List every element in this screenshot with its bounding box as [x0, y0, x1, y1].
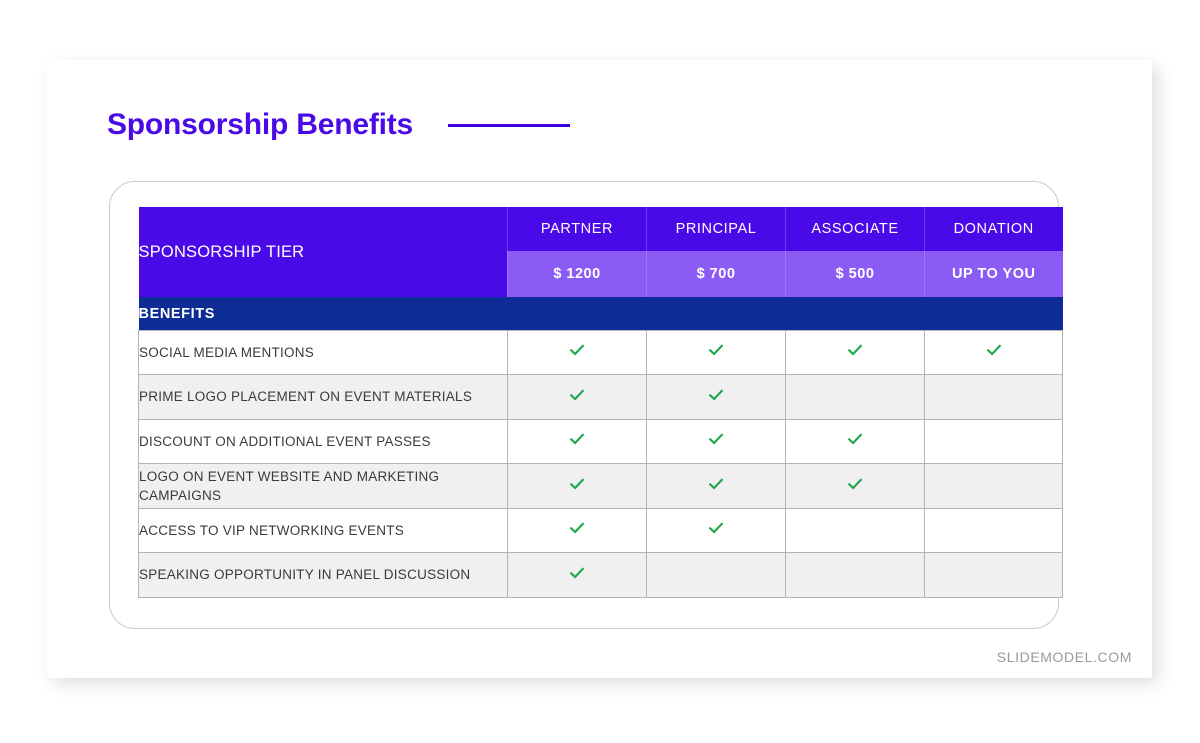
benefit-availability-cell	[924, 419, 1063, 464]
tier-name-cell-principal: PRINCIPAL	[646, 207, 786, 251]
tier-price-cell-partner: $ 1200	[507, 251, 647, 297]
benefit-availability-cell	[924, 463, 1063, 509]
check-icon	[569, 520, 585, 536]
empty-cell-placeholder	[986, 387, 1002, 403]
benefit-availability-cell	[507, 463, 647, 509]
table-row: SPEAKING OPPORTUNITY IN PANEL DISCUSSION	[138, 552, 1063, 598]
benefit-availability-cell	[507, 552, 647, 598]
empty-cell-placeholder	[986, 431, 1002, 447]
empty-cell-placeholder	[847, 520, 863, 536]
check-icon	[847, 476, 863, 492]
sponsorship-benefits-table: SPONSORSHIP TIER PARTNER PRINCIPAL ASSOCIAT…	[138, 207, 1063, 598]
benefit-availability-cell	[924, 374, 1063, 420]
check-icon	[569, 431, 585, 447]
watermark-slidemodel: SLIDEMODEL.COM	[996, 649, 1132, 665]
table-header-row-tiers: SPONSORSHIP TIER PARTNER PRINCIPAL ASSOCIAT…	[138, 207, 1063, 297]
check-icon	[708, 387, 724, 403]
page-title: Sponsorship Benefits	[107, 108, 414, 141]
check-icon	[708, 342, 724, 358]
benefit-availability-cell	[507, 330, 647, 375]
benefit-label-cell: LOGO ON EVENT WEBSITE AND MARKETING CAMP…	[138, 463, 508, 509]
benefit-label-cell: SPEAKING OPPORTUNITY IN PANEL DISCUSSION	[138, 552, 508, 598]
tier-name-cell-partner: PARTNER	[507, 207, 647, 251]
benefit-availability-cell	[646, 463, 786, 509]
benefit-availability-cell	[646, 508, 786, 553]
benefit-availability-cell	[785, 552, 925, 598]
tier-name-cell-associate: ASSOCIATE	[785, 207, 925, 251]
check-icon	[569, 387, 585, 403]
table-row: SOCIAL MEDIA MENTIONS	[138, 330, 1063, 375]
benefit-availability-cell	[646, 419, 786, 464]
empty-cell-placeholder	[847, 565, 863, 581]
table-row: DISCOUNT ON ADDITIONAL EVENT PASSES	[138, 419, 1063, 464]
benefit-availability-cell	[785, 508, 925, 553]
benefit-availability-cell	[507, 419, 647, 464]
benefit-label-cell: PRIME LOGO PLACEMENT ON EVENT MATERIALS	[138, 374, 508, 420]
table-row: LOGO ON EVENT WEBSITE AND MARKETING CAMP…	[138, 463, 1063, 509]
check-icon	[569, 476, 585, 492]
sponsorship-tier-header-cell: SPONSORSHIP TIER	[138, 207, 508, 297]
table-row: PRIME LOGO PLACEMENT ON EVENT MATERIALS	[138, 374, 1063, 420]
check-icon	[569, 342, 585, 358]
benefits-section-label: BENEFITS	[138, 297, 1063, 331]
table-row: ACCESS TO VIP NETWORKING EVENTS	[138, 508, 1063, 553]
benefit-label-cell: DISCOUNT ON ADDITIONAL EVENT PASSES	[138, 419, 508, 464]
empty-cell-placeholder	[986, 476, 1002, 492]
benefit-availability-cell	[507, 374, 647, 420]
tier-price-cell-donation: UP TO YOU	[924, 251, 1063, 297]
benefit-availability-cell	[785, 463, 925, 509]
benefit-availability-cell	[646, 374, 786, 420]
benefit-availability-cell	[924, 552, 1063, 598]
empty-cell-placeholder	[708, 565, 724, 581]
benefit-availability-cell	[646, 552, 786, 598]
empty-cell-placeholder	[847, 387, 863, 403]
tier-price-cell-associate: $ 500	[785, 251, 925, 297]
benefit-label-cell: SOCIAL MEDIA MENTIONS	[138, 330, 508, 375]
benefit-availability-cell	[785, 374, 925, 420]
benefit-availability-cell	[646, 330, 786, 375]
check-icon	[847, 431, 863, 447]
check-icon	[708, 431, 724, 447]
benefit-availability-cell	[785, 330, 925, 375]
benefits-section-row: BENEFITS	[138, 297, 1063, 331]
title-underline-rule	[448, 123, 571, 127]
table-body: SPONSORSHIP TIER PARTNER PRINCIPAL ASSOCIAT…	[138, 207, 1063, 598]
benefit-availability-cell	[785, 419, 925, 464]
check-icon	[986, 342, 1002, 358]
title-block: Sponsorship Benefits	[107, 108, 571, 142]
tier-price-cell-principal: $ 700	[646, 251, 786, 297]
empty-cell-placeholder	[986, 520, 1002, 536]
check-icon	[569, 565, 585, 581]
check-icon	[708, 476, 724, 492]
benefit-availability-cell	[924, 508, 1063, 553]
benefit-availability-cell	[924, 330, 1063, 375]
tier-name-cell-donation: DONATION	[924, 207, 1063, 251]
benefit-label-cell: ACCESS TO VIP NETWORKING EVENTS	[138, 508, 508, 553]
benefit-availability-cell	[507, 508, 647, 553]
check-icon	[708, 520, 724, 536]
check-icon	[847, 342, 863, 358]
slide-card: Sponsorship Benefits SPONSORSHIP TIER PAR…	[47, 60, 1152, 678]
empty-cell-placeholder	[986, 565, 1002, 581]
